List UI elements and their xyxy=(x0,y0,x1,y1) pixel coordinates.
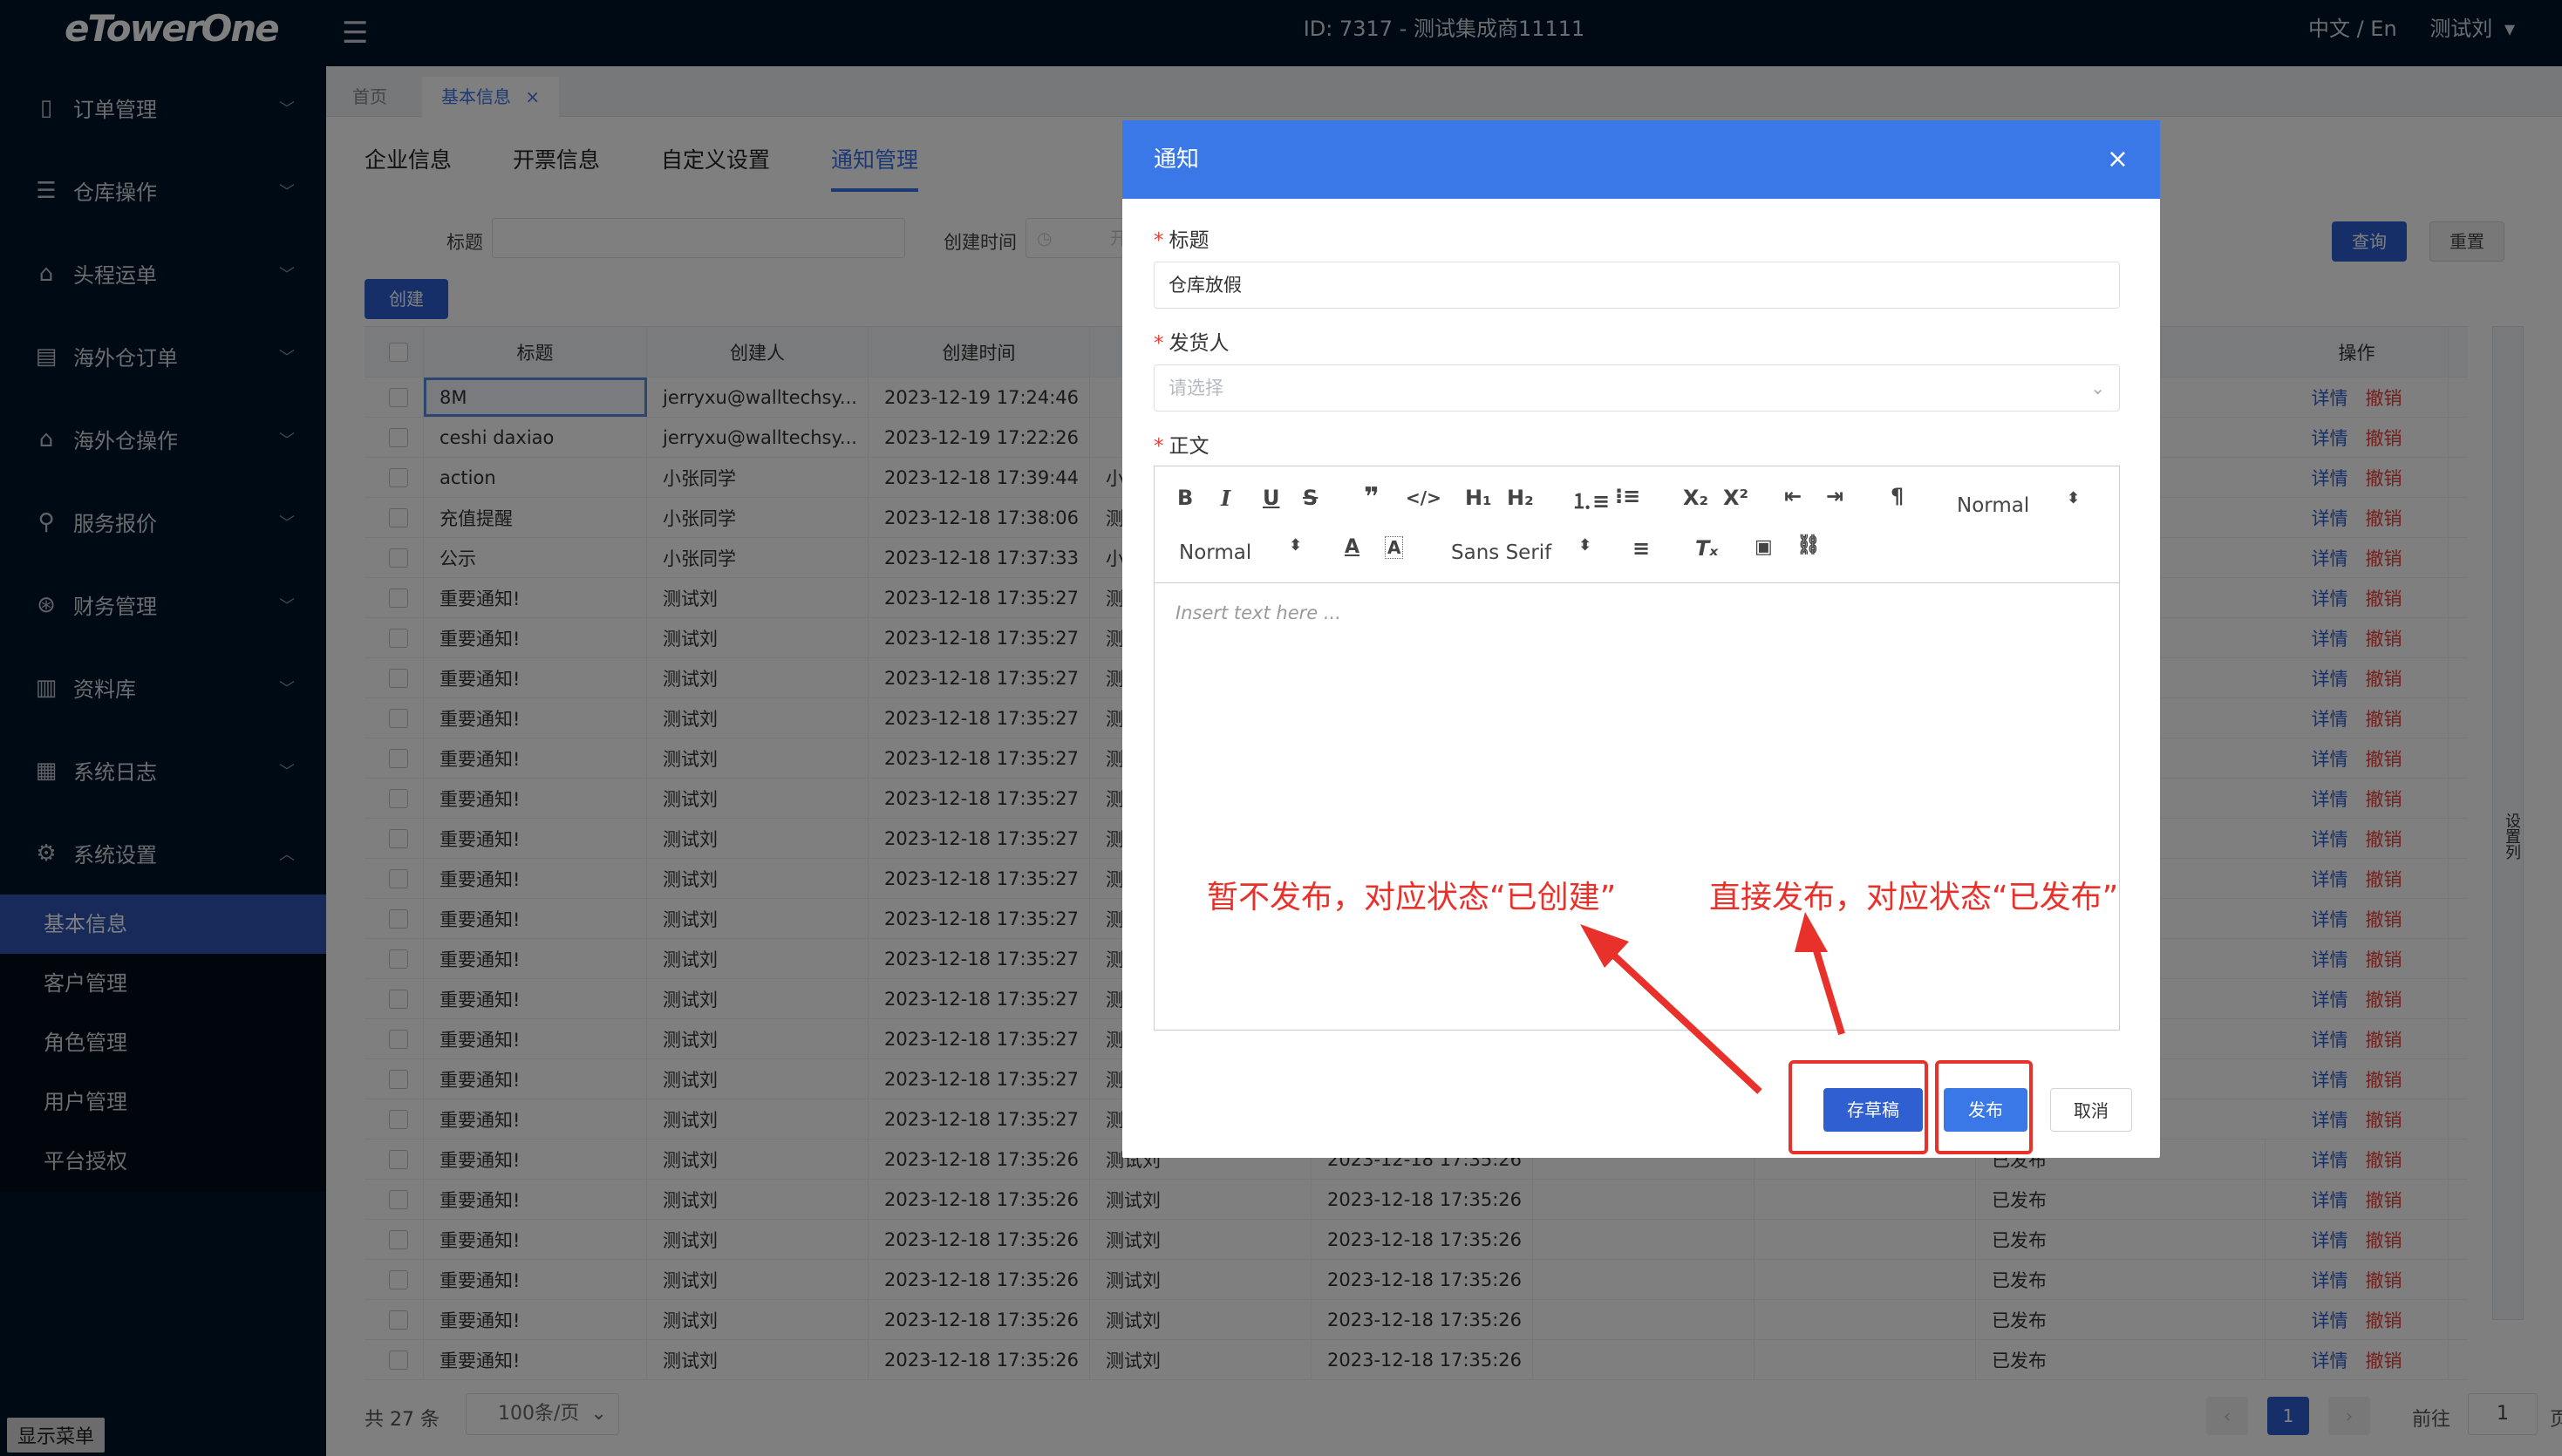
underline-icon[interactable]: U xyxy=(1263,486,1280,510)
sender-placeholder: 请选择 xyxy=(1169,378,1223,398)
publish-annotation: 直接发布，对应状态“已发布” xyxy=(1709,880,2119,915)
align-icon[interactable]: ≡ xyxy=(1632,536,1650,561)
italic-icon[interactable]: I xyxy=(1221,486,1230,511)
clear-format-icon[interactable]: Tₓ xyxy=(1695,536,1718,561)
dialog-title: 通知 xyxy=(1154,146,1200,173)
body-field-label: * 正文 xyxy=(1154,435,1209,458)
bullet-list-icon[interactable]: ⁝≡ xyxy=(1615,484,1640,508)
outdent-icon[interactable]: ⇤ xyxy=(1784,484,1802,508)
link-icon[interactable]: ⛓ xyxy=(1796,534,1821,556)
font-color-icon[interactable]: A xyxy=(1345,536,1359,558)
subscript-icon[interactable]: X₂ xyxy=(1683,486,1708,510)
sender-select[interactable]: 请选择 ⌄ xyxy=(1154,364,2120,412)
text-direction-icon[interactable]: ¶ xyxy=(1891,484,1904,508)
dialog-header: 通知 × xyxy=(1122,120,2160,199)
strike-icon[interactable]: S xyxy=(1303,486,1318,510)
font-select-arrows-icon: ⬍ xyxy=(1578,536,1592,555)
blockquote-icon[interactable]: ❞ xyxy=(1364,482,1380,513)
rich-text-editor: B I U S ❞ </> H₁ H₂ ⒈≡ ⁝≡ X₂ X² ⇤ ⇥ ¶ No… xyxy=(1154,466,2120,1031)
close-icon[interactable]: × xyxy=(2107,120,2129,199)
heading1-icon[interactable]: H₁ xyxy=(1465,486,1492,510)
background-color-icon[interactable]: A xyxy=(1385,536,1404,559)
ordered-list-icon[interactable]: ⒈≡ xyxy=(1571,484,1610,514)
title-field-input[interactable]: 仓库放假 xyxy=(1154,262,2120,309)
header-select[interactable]: Normal xyxy=(1957,494,2029,517)
heading2-icon[interactable]: H₂ xyxy=(1507,486,1534,510)
size-select-arrows-icon: ⬍ xyxy=(1289,536,1303,555)
draft-annotation: 暂不发布，对应状态“已创建” xyxy=(1207,880,1617,915)
size-select-value: Normal xyxy=(1179,541,1252,564)
title-field-label: * 标题 xyxy=(1154,229,1209,252)
publish-highlight-box xyxy=(1935,1060,2033,1154)
font-select-value: Sans Serif xyxy=(1451,541,1552,564)
chevron-down-icon: ⌄ xyxy=(2090,378,2105,398)
draft-highlight-box xyxy=(1789,1060,1928,1154)
bold-icon[interactable]: B xyxy=(1177,486,1193,510)
image-icon[interactable]: ▣ xyxy=(1755,536,1773,558)
header-select-value: Normal xyxy=(1957,494,2030,517)
editor-body[interactable]: Insert text here ... xyxy=(1175,602,1341,623)
header-select-arrows-icon: ⬍ xyxy=(2067,489,2081,507)
notification-dialog: 通知 × * 标题 仓库放假 * 发货人 请选择 ⌄ * 正文 B I U S ❞ </… xyxy=(1122,120,2160,1158)
editor-toolbar: B I U S ❞ </> H₁ H₂ ⒈≡ ⁝≡ X₂ X² ⇤ ⇥ ¶ No… xyxy=(1155,466,2119,583)
code-icon[interactable]: </> xyxy=(1406,487,1441,508)
superscript-icon[interactable]: X² xyxy=(1723,486,1748,510)
indent-icon[interactable]: ⇥ xyxy=(1826,484,1843,508)
font-select[interactable]: Sans Serif xyxy=(1451,541,1551,564)
size-select[interactable]: Normal xyxy=(1179,541,1251,564)
cancel-button[interactable]: 取消 xyxy=(2050,1088,2132,1132)
sender-field-label: * 发货人 xyxy=(1154,332,1230,355)
